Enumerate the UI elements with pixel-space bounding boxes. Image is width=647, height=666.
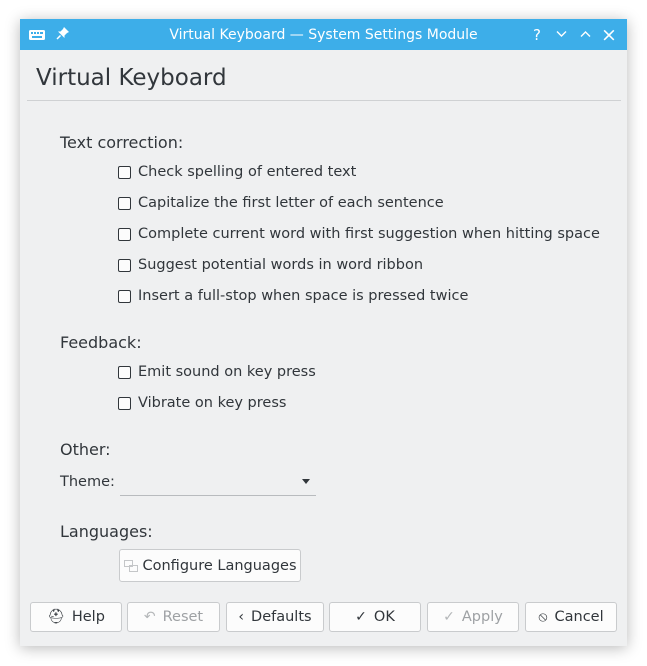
section-label-text-correction: Text correction: (60, 133, 184, 152)
reset-button-label: Reset (162, 609, 204, 625)
checkbox-box[interactable] (118, 258, 131, 272)
checkbox-box[interactable] (118, 196, 131, 210)
settings-window: Virtual Keyboard — System Settings Modul… (20, 19, 627, 646)
lifebuoy-icon: ⛑ (47, 609, 65, 625)
checkmark-icon: ✓ (443, 609, 455, 625)
section-label-feedback: Feedback: (60, 333, 142, 352)
apply-button-label: Apply (461, 609, 503, 625)
maximize-button[interactable] (575, 25, 595, 45)
checkbox-vibrate[interactable]: Vibrate on key press (118, 393, 286, 413)
checkmark-icon: ✓ (355, 609, 367, 625)
section-label-other: Other: (60, 440, 111, 459)
checkbox-box[interactable] (118, 227, 131, 241)
configure-languages-button[interactable]: Configure Languages (119, 549, 301, 582)
cancel-icon: ⦸ (538, 609, 548, 625)
dropdown-arrow-icon (302, 479, 310, 484)
configure-icon (123, 559, 138, 572)
reset-button[interactable]: ↶ Reset (127, 602, 220, 632)
checkbox-box[interactable] (118, 396, 131, 410)
checkbox-label: Insert a full-stop when space is pressed… (138, 288, 469, 304)
reset-icon: ↶ (143, 609, 156, 625)
cancel-button[interactable]: ⦸ Cancel (525, 602, 617, 632)
chevron-down-icon (556, 31, 566, 37)
page-title: Virtual Keyboard (36, 65, 227, 91)
cancel-button-label: Cancel (554, 609, 604, 625)
title-divider (27, 100, 621, 101)
checkbox-box[interactable] (118, 289, 131, 303)
defaults-button[interactable]: ‹ Defaults (226, 602, 324, 632)
checkbox-label: Vibrate on key press (138, 395, 287, 411)
theme-label: Theme: (60, 474, 115, 490)
minimize-button[interactable] (551, 25, 571, 45)
checkbox-box[interactable] (118, 365, 131, 379)
checkbox-label: Capitalize the first letter of each sent… (138, 195, 444, 211)
close-button[interactable]: × (599, 25, 619, 45)
checkbox-label: Emit sound on key press (138, 364, 316, 380)
checkbox-box[interactable] (118, 165, 131, 179)
title-bar[interactable]: Virtual Keyboard — System Settings Modul… (20, 19, 627, 50)
help-button-label: Help (71, 609, 105, 625)
checkbox-check-spelling[interactable]: Check spelling of entered text (118, 162, 356, 182)
configure-languages-label: Configure Languages (142, 557, 297, 574)
checkbox-capitalize[interactable]: Capitalize the first letter of each sent… (118, 193, 444, 213)
checkbox-full-stop[interactable]: Insert a full-stop when space is pressed… (118, 286, 468, 306)
theme-select[interactable] (120, 470, 316, 496)
checkbox-emit-sound[interactable]: Emit sound on key press (118, 362, 316, 382)
checkbox-suggest-words[interactable]: Suggest potential words in word ribbon (118, 255, 423, 275)
help-button[interactable]: ⛑ Help (30, 602, 122, 632)
ok-button-label: OK (373, 609, 395, 625)
defaults-button-label: Defaults (251, 609, 312, 625)
ok-button[interactable]: ✓ OK (329, 602, 421, 632)
help-icon[interactable]: ? (527, 25, 547, 45)
checkbox-complete-word[interactable]: Complete current word with first suggest… (118, 224, 600, 244)
apply-button[interactable]: ✓ Apply (427, 602, 519, 632)
checkbox-label: Complete current word with first suggest… (138, 226, 600, 242)
section-label-languages: Languages: (60, 522, 153, 541)
chevron-up-icon (580, 31, 590, 37)
chevron-left-icon: ‹ (238, 609, 245, 625)
checkbox-label: Check spelling of entered text (138, 164, 357, 180)
checkbox-label: Suggest potential words in word ribbon (138, 257, 424, 273)
